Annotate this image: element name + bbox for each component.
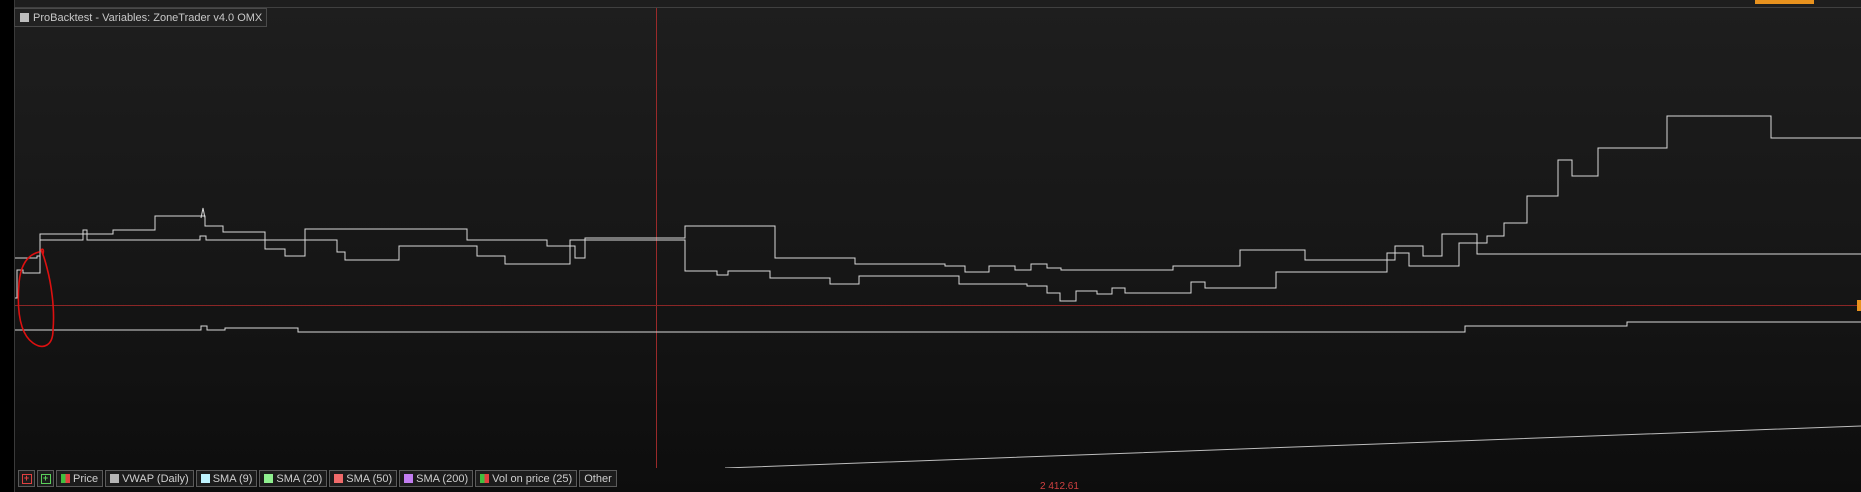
- crosshair-price-label: 2 412.61: [1040, 481, 1079, 492]
- legend-label: SMA (9): [212, 472, 253, 485]
- variable-line-middle: [15, 215, 1861, 273]
- add-panel-icon: +: [40, 473, 51, 484]
- vwap-color-icon: [110, 474, 120, 483]
- chart-title-box[interactable]: ProBacktest - Variables: ZoneTrader v4.0…: [14, 8, 268, 27]
- legend-label: Price: [73, 472, 99, 485]
- legend-label: SMA (200): [416, 472, 469, 485]
- chart-title: ProBacktest - Variables: ZoneTrader v4.0…: [33, 11, 263, 24]
- price-axis-marker: [1857, 300, 1861, 311]
- bottom-diagonal-line: [724, 425, 1861, 468]
- legend-item-price[interactable]: Price: [56, 470, 104, 487]
- variable-line-upper: [15, 115, 1861, 302]
- sma-9-color-icon: [200, 474, 210, 483]
- price-color-icon: [61, 474, 70, 483]
- legend-item-vwap[interactable]: VWAP (Daily): [105, 470, 194, 487]
- legend-label: VWAP (Daily): [122, 472, 189, 485]
- title-square-icon: [20, 13, 29, 22]
- legend-label: Vol on price (25): [492, 472, 573, 485]
- legend-label: Other: [584, 472, 612, 485]
- sma-20-color-icon: [264, 474, 274, 483]
- annotation-circle: [17, 248, 55, 347]
- sma-50-color-icon: [334, 474, 344, 483]
- add-indicator-icon: +: [21, 473, 32, 484]
- legend-label: SMA (20): [276, 472, 323, 485]
- legend-item-sma-9[interactable]: SMA (9): [195, 470, 258, 487]
- legend-item-sma-200[interactable]: SMA (200): [399, 470, 474, 487]
- left-scroll-strip: [0, 0, 15, 492]
- vol-on-price-color-icon: [480, 474, 490, 483]
- chart-canvas[interactable]: [15, 8, 1861, 468]
- chart-panel[interactable]: [15, 8, 1861, 468]
- sma-200-color-icon: [404, 474, 414, 483]
- add-indicator-button[interactable]: +: [18, 470, 35, 487]
- variable-line-lower: [15, 321, 1861, 333]
- chart-window: ProBacktest - Variables: ZoneTrader v4.0…: [0, 0, 1861, 492]
- legend-item-vol-on-price[interactable]: Vol on price (25): [475, 470, 578, 487]
- legend-item-other[interactable]: Other: [579, 470, 617, 487]
- legend-item-sma-50[interactable]: SMA (50): [329, 470, 398, 487]
- add-panel-button[interactable]: +: [37, 470, 54, 487]
- legend-item-sma-20[interactable]: SMA (20): [259, 470, 328, 487]
- legend-label: SMA (50): [346, 472, 393, 485]
- active-tab-indicator[interactable]: [1755, 0, 1814, 4]
- indicator-legend-bar: + + Price VWAP (Daily) SMA (9) SMA (20) …: [18, 470, 617, 487]
